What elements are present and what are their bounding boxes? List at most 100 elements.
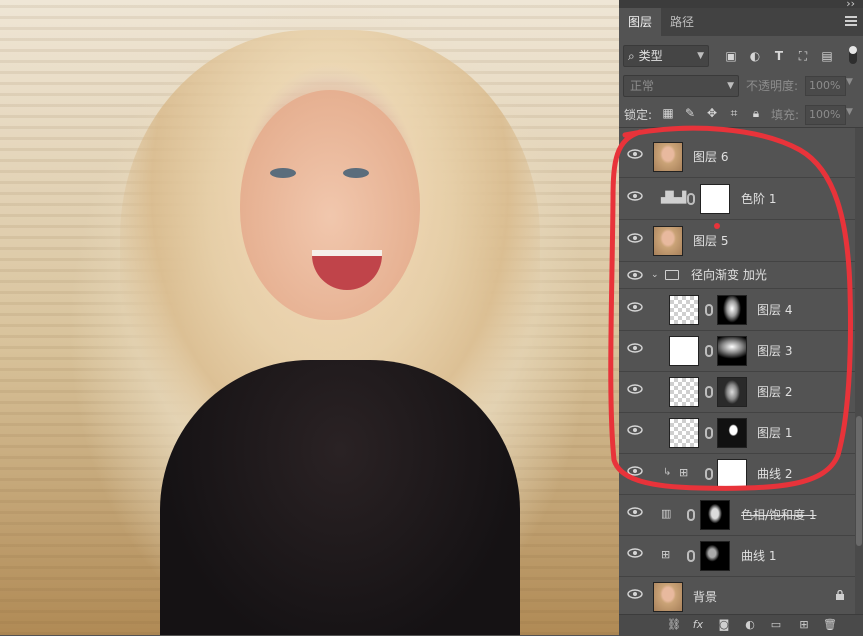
scrollbar-thumb[interactable] — [856, 416, 862, 546]
tab-layers[interactable]: 图层 — [619, 8, 661, 36]
link-icon[interactable] — [705, 386, 713, 398]
tab-paths[interactable]: 路径 — [661, 8, 703, 36]
adjustment-filter-icon[interactable]: ◐ — [748, 49, 762, 63]
link-icon[interactable] — [705, 345, 713, 357]
layer-name: 色阶 1 — [741, 192, 777, 206]
link-icon[interactable] — [705, 304, 713, 316]
fill-label: 填充: — [771, 108, 800, 122]
lock-all-icon[interactable]: 🔒︎ — [749, 106, 763, 120]
link-icon[interactable] — [687, 509, 695, 521]
eye-icon[interactable] — [627, 233, 643, 243]
new-layer-icon[interactable]: ⊞ — [797, 618, 811, 632]
fill-input[interactable]: 100% — [805, 105, 846, 125]
image-filter-icon[interactable]: ▣ — [724, 49, 738, 63]
blend-mode-select[interactable]: 正常 ▼ — [623, 75, 739, 97]
layer-row[interactable]: 背景 — [619, 576, 855, 614]
eye-icon[interactable] — [627, 343, 643, 353]
layers-panel: ›› 图层 路径 ⌕ 类型 ▼ ▣ ◐ T ⛶ ▤ 正常 ▼ 不透明度: 100… — [619, 0, 863, 636]
layer-row[interactable]: 图层 2 — [619, 371, 855, 413]
chevron-down-icon[interactable]: ▼ — [846, 77, 853, 87]
fx-icon[interactable]: fx — [691, 618, 705, 632]
search-icon: ⌕ — [628, 49, 635, 63]
layers-bottom-bar: ⛓ fx ◙ ◐ ▭ ⊞ 🗑︎ — [619, 614, 863, 636]
layer-name: 色相/饱和度 1 — [741, 508, 817, 522]
new-adjustment-icon[interactable]: ◐ — [743, 618, 757, 632]
eye-icon[interactable] — [627, 589, 643, 599]
link-icon[interactable] — [705, 427, 713, 439]
layer-row[interactable]: 图层 3 — [619, 330, 855, 372]
panel-menu-icon[interactable] — [845, 16, 857, 28]
lock-transparency-icon[interactable]: ▦ — [661, 106, 675, 120]
layer-thumbnail — [653, 226, 683, 256]
layer-mask-thumbnail — [700, 184, 730, 214]
curves-icon: ⊞ — [661, 548, 671, 561]
photo-canvas[interactable] — [0, 0, 619, 635]
blend-mode-value: 正常 — [630, 79, 655, 93]
lock-row: 锁定: ▦ ✎ ✥ ⌗ 🔒︎ 填充: 100% ▼ — [619, 100, 863, 128]
layer-mask-thumbnail — [717, 377, 747, 407]
layers-list: 图层 6 ▟▙▟ 色阶 1 图层 5 ⌄ 径向渐变 加光 图层 4 图层 3 图… — [619, 128, 855, 614]
layer-row[interactable]: ▥ 色相/饱和度 1 — [619, 494, 855, 536]
filter-kind-select[interactable]: ⌕ 类型 ▼ — [623, 45, 709, 67]
dress-region — [160, 360, 520, 635]
lock-label: 锁定: — [624, 108, 653, 122]
lock-icon — [836, 590, 844, 600]
right-eye — [343, 168, 369, 178]
link-layers-icon[interactable]: ⛓ — [667, 618, 681, 632]
eye-icon[interactable] — [627, 191, 643, 201]
layer-name: 径向渐变 加光 — [691, 268, 767, 282]
layer-thumbnail — [669, 295, 699, 325]
layer-row[interactable]: 图层 4 — [619, 289, 855, 331]
blend-row: 正常 ▼ 不透明度: 100% ▼ — [619, 72, 863, 100]
smart-object-filter-icon[interactable]: ▤ — [820, 49, 834, 63]
shape-filter-icon[interactable]: ⛶ — [796, 49, 810, 63]
layer-group-row[interactable]: ⌄ 径向渐变 加光 — [619, 262, 855, 289]
layer-row[interactable]: ↳ ⊞ 曲线 2 — [619, 453, 855, 495]
eye-icon[interactable] — [627, 466, 643, 476]
opacity-input[interactable]: 100% — [805, 76, 846, 96]
type-filter-icon[interactable]: T — [772, 49, 786, 63]
layer-name: 图层 2 — [757, 385, 793, 399]
layer-row[interactable]: 图层 5 — [619, 220, 855, 262]
layer-name: 曲线 1 — [741, 549, 777, 563]
layer-row[interactable]: ▟▙▟ 色阶 1 — [619, 178, 855, 220]
layer-thumbnail — [669, 377, 699, 407]
link-icon[interactable] — [687, 550, 695, 562]
layer-thumbnail — [653, 142, 683, 172]
layers-scrollbar[interactable] — [855, 128, 863, 614]
folder-icon — [665, 270, 679, 280]
layer-mask-thumbnail — [717, 295, 747, 325]
hue-saturation-icon: ▥ — [661, 507, 672, 520]
filter-toggle[interactable] — [849, 46, 857, 64]
layer-name: 图层 5 — [693, 234, 729, 248]
lock-paint-icon[interactable]: ✎ — [683, 106, 697, 120]
eye-icon[interactable] — [627, 270, 643, 280]
chevron-down-icon[interactable]: ⌄ — [651, 270, 659, 280]
eye-icon[interactable] — [627, 149, 643, 159]
eye-icon[interactable] — [627, 507, 643, 517]
layer-name: 图层 6 — [693, 150, 729, 164]
delete-layer-icon[interactable]: 🗑︎ — [823, 618, 837, 632]
link-icon[interactable] — [687, 193, 695, 205]
levels-icon: ▟▙▟ — [661, 191, 687, 204]
eye-icon[interactable] — [627, 302, 643, 312]
lock-position-icon[interactable]: ✥ — [705, 106, 719, 120]
opacity-label: 不透明度: — [746, 79, 799, 93]
link-icon[interactable] — [705, 468, 713, 480]
lock-artboard-icon[interactable]: ⌗ — [727, 106, 741, 120]
panel-tab-bar: 图层 路径 — [619, 8, 863, 36]
layer-row[interactable]: 图层 6 — [619, 136, 855, 178]
layer-name: 曲线 2 — [757, 467, 793, 481]
layer-row[interactable]: 图层 1 — [619, 412, 855, 454]
layer-name: 图层 3 — [757, 344, 793, 358]
eye-icon[interactable] — [627, 425, 643, 435]
new-group-icon[interactable]: ▭ — [769, 618, 783, 632]
layer-mask-thumbnail — [717, 336, 747, 366]
layer-mask-thumbnail — [700, 541, 730, 571]
layer-mask-thumbnail — [700, 500, 730, 530]
eye-icon[interactable] — [627, 548, 643, 558]
chevron-down-icon[interactable]: ▼ — [846, 107, 853, 117]
layer-row[interactable]: ⊞ 曲线 1 — [619, 535, 855, 577]
eye-icon[interactable] — [627, 384, 643, 394]
add-mask-icon[interactable]: ◙ — [717, 618, 731, 632]
